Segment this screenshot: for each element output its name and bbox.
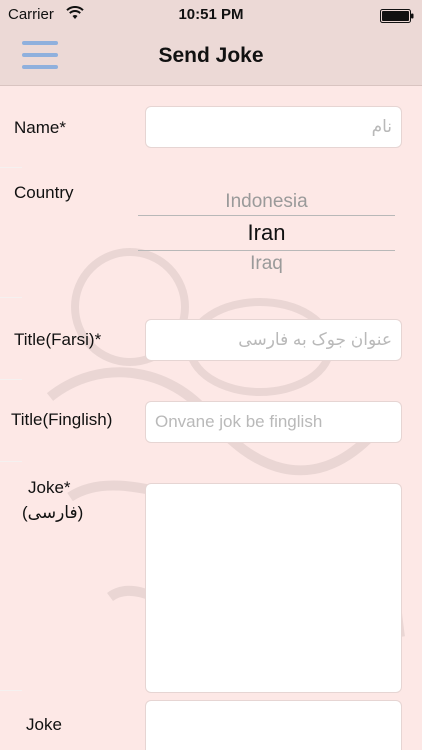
picker-option[interactable]: Iraq [138,253,395,275]
title-farsi-label: Title(Farsi)* [14,330,102,349]
row-divider [0,461,22,462]
send-joke-form: Name* نام Country Indonesia Iran Iraq Ti… [0,87,422,750]
battery-icon [380,9,414,23]
row-divider [0,297,22,298]
name-label: Name* [14,118,66,137]
title-finglish-label: Title(Finglish) [11,410,113,429]
joke-farsi-sublabel: (فارسی) [22,503,84,522]
picker-option[interactable]: Indonesia [138,191,395,213]
status-bar: Carrier 10:51 PM [0,0,422,30]
picker-selected-option[interactable]: Iran [138,220,395,246]
clock-time: 10:51 PM [178,6,244,23]
title-farsi-field[interactable]: عنوان جوک به فارسی [145,319,402,361]
joke-finglish-textarea[interactable] [145,700,402,750]
title-finglish-field[interactable]: Onvane jok be finglish [145,401,402,443]
country-picker[interactable]: Indonesia Iran Iraq [138,187,395,277]
country-label: Country [14,183,74,202]
row-divider [0,379,22,380]
joke-finglish-label: Joke [26,715,62,734]
name-field[interactable]: نام [145,106,402,148]
joke-farsi-label: Joke* [28,478,71,497]
navigation-bar: Send Joke [0,30,422,86]
picker-selection-line [138,215,395,216]
row-divider [0,167,22,168]
joke-farsi-textarea[interactable] [145,483,402,693]
page-title: Send Joke [158,44,264,67]
row-divider [0,690,22,691]
picker-selection-line [138,250,395,251]
